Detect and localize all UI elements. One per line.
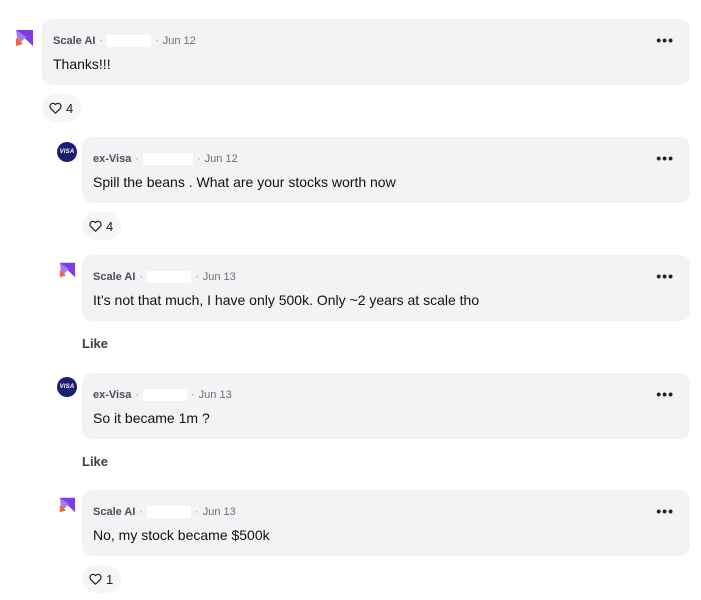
meta-separator: ·	[139, 271, 144, 283]
comment-meta: Scale AI · · Jun 13	[93, 271, 236, 283]
like-button[interactable]: 4	[82, 212, 122, 240]
heart-icon	[89, 220, 102, 232]
meta-separator: ·	[135, 153, 139, 165]
comment-date: Jun 12	[162, 35, 196, 47]
comment-bubble: Scale AI · · Jun 12 ••• Thanks!!!	[42, 19, 690, 85]
scale-ai-logo-icon[interactable]	[58, 496, 78, 516]
comment-date: Jun 13	[198, 389, 232, 401]
comment-bubble: Scale AI · · Jun 13 ••• No, my stock bec…	[82, 490, 690, 556]
redacted-username	[107, 35, 152, 47]
like-button[interactable]: Like	[82, 336, 108, 351]
comment-bubble: Scale AI · · Jun 13 ••• It’s not that mu…	[82, 255, 690, 321]
comment-meta: Scale AI · · Jun 12	[53, 35, 196, 47]
comment-text: Spill the beans . What are your stocks w…	[93, 174, 396, 190]
more-dots-icon[interactable]: •••	[656, 33, 674, 47]
redacted-username	[147, 271, 192, 283]
comment-bubble: ex-Visa · · Jun 13 ••• So it became 1m ?	[82, 373, 690, 439]
like-count: 4	[106, 218, 114, 234]
more-dots-icon[interactable]: •••	[656, 504, 674, 518]
heart-icon	[49, 102, 62, 114]
meta-separator: ·	[195, 271, 199, 283]
author-company[interactable]: Scale AI	[93, 506, 135, 518]
like-count: 1	[106, 571, 114, 587]
more-dots-icon[interactable]: •••	[656, 269, 674, 283]
redacted-username	[143, 153, 193, 165]
author-company[interactable]: Scale AI	[53, 35, 95, 47]
author-company[interactable]: ex-Visa	[93, 389, 131, 401]
scale-ai-logo-icon[interactable]	[58, 261, 78, 281]
redacted-username	[143, 389, 187, 401]
meta-separator: ·	[99, 35, 104, 47]
visa-logo-icon[interactable]: VISA	[57, 377, 77, 397]
comment-text: Thanks!!!	[53, 56, 111, 72]
comment-text: So it became 1m ?	[93, 410, 210, 426]
comment-meta: ex-Visa · · Jun 13	[93, 389, 232, 401]
meta-separator: ·	[155, 35, 159, 47]
comment-text: It’s not that much, I have only 500k. On…	[93, 292, 480, 308]
comment-bubble: ex-Visa · · Jun 12 ••• Spill the beans .…	[82, 137, 690, 203]
like-count: 4	[66, 100, 74, 116]
heart-icon	[89, 573, 102, 585]
comment-text: No, my stock became $500k	[93, 527, 270, 543]
comment-date: Jun 12	[204, 153, 238, 165]
meta-separator: ·	[197, 153, 201, 165]
comment-date: Jun 13	[202, 506, 236, 518]
comment-date: Jun 13	[202, 271, 236, 283]
more-dots-icon[interactable]: •••	[656, 151, 674, 165]
comment-meta: Scale AI · · Jun 13	[93, 506, 236, 518]
meta-separator: ·	[135, 389, 139, 401]
comment-thread: Scale AI · · Jun 12 ••• Thanks!!! 4 VISA…	[0, 0, 701, 600]
meta-separator: ·	[195, 506, 199, 518]
meta-separator: ·	[191, 389, 195, 401]
author-company[interactable]: ex-Visa	[93, 153, 131, 165]
like-button[interactable]: 1	[82, 565, 122, 593]
more-dots-icon[interactable]: •••	[656, 387, 674, 401]
author-company[interactable]: Scale AI	[93, 271, 135, 283]
visa-logo-icon[interactable]: VISA	[57, 142, 77, 162]
like-button[interactable]: 4	[42, 94, 82, 122]
like-button[interactable]: Like	[82, 454, 108, 469]
comment-meta: ex-Visa · · Jun 12	[93, 153, 238, 165]
meta-separator: ·	[139, 506, 144, 518]
scale-ai-logo-icon[interactable]	[14, 28, 34, 48]
redacted-username	[147, 506, 192, 518]
